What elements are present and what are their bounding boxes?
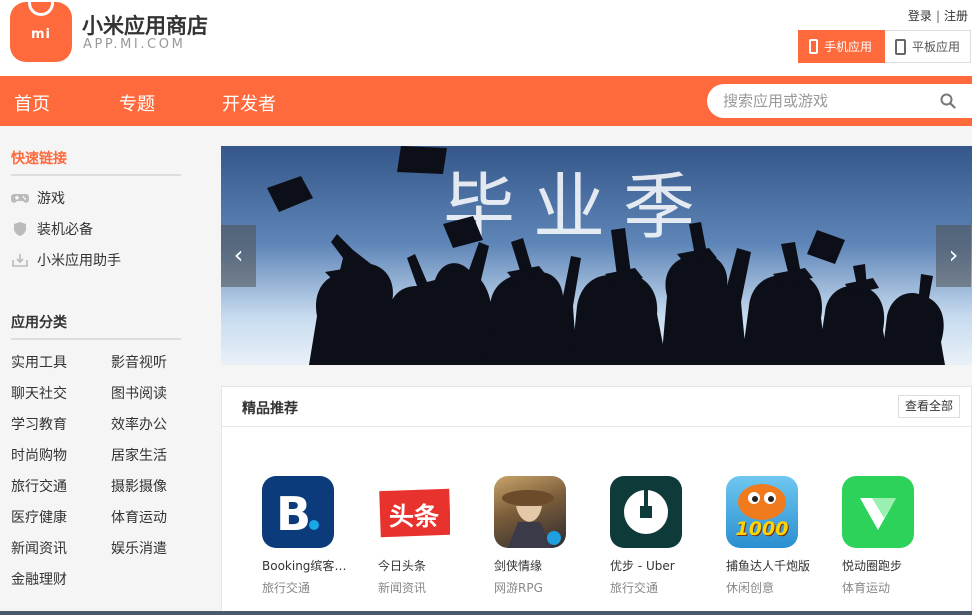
app-card-uber[interactable]: 优步 - Uber 旅行交通 [610, 476, 718, 596]
category-health[interactable]: 医疗健康 [11, 507, 67, 527]
app-name: 今日头条 [378, 559, 427, 573]
featured-section: 精品推荐 查看全部 B Booking缤客酒… 旅行交通 头条 今日头条 新闻资… [221, 386, 972, 615]
category-books[interactable]: 图书阅读 [111, 383, 167, 403]
tab-tablet-apps-label: 平板应用 [912, 40, 961, 54]
app-card-toutiao[interactable]: 头条 今日头条 新闻资讯 [378, 476, 486, 596]
booking-icon: B [262, 476, 334, 548]
category-home[interactable]: 居家生活 [111, 445, 167, 465]
login-link[interactable]: 登录 [908, 9, 932, 23]
categories-title: 应用分类 [11, 315, 67, 331]
category-education[interactable]: 学习教育 [11, 414, 67, 434]
sidebar: 快速链接 游戏 装机必备 小米应用助手 应用分类 实用工具 影音视听 聊天社交 … [0, 126, 200, 615]
fishing-icon-text: 1000 [735, 518, 789, 540]
brand-name: 小米应用商店 [82, 14, 208, 38]
quick-link-games[interactable]: 游戏 [11, 188, 65, 208]
app-card-yuedong[interactable]: 悦动圈跑步 体育运动 [842, 476, 950, 596]
app-name: 剑侠情缘 [494, 559, 543, 573]
search-input[interactable] [723, 90, 933, 112]
view-all-button[interactable]: 查看全部 [898, 395, 961, 418]
app-category: 体育运动 [842, 581, 891, 595]
quick-link-mi-assistant[interactable]: 小米应用助手 [11, 250, 121, 270]
category-news[interactable]: 新闻资讯 [11, 538, 67, 558]
yuedong-icon [842, 476, 914, 548]
quick-link-label: 小米应用助手 [37, 253, 121, 269]
jianxia-icon [494, 476, 566, 548]
featured-title: 精品推荐 [242, 401, 298, 417]
auth-links: 登录 | 注册 [908, 7, 968, 24]
app-card-jianxia[interactable]: 剑侠情缘 网游RPG [494, 476, 602, 596]
shield-icon [14, 222, 26, 236]
category-photo[interactable]: 摄影摄像 [111, 476, 167, 496]
search-box [707, 84, 972, 118]
search-icon[interactable] [940, 93, 956, 109]
nav-topics[interactable]: 专题 [119, 90, 155, 116]
app-card-fishing[interactable]: 1000 捕鱼达人千炮版 休闲创意 [726, 476, 834, 596]
brand-subtitle: APP.MI.COM [83, 37, 186, 52]
category-sports[interactable]: 体育运动 [111, 507, 167, 527]
svg-text:B: B [276, 487, 311, 541]
category-office[interactable]: 效率办公 [111, 414, 167, 434]
app-category: 休闲创意 [726, 581, 775, 595]
divider [11, 174, 181, 176]
divider [11, 338, 181, 340]
app-category: 新闻资讯 [378, 581, 427, 595]
nav-home[interactable]: 首页 [14, 90, 50, 116]
category-finance[interactable]: 金融理财 [11, 569, 67, 589]
quick-link-label: 游戏 [37, 191, 65, 207]
uber-icon [610, 476, 682, 548]
toutiao-icon-text: 头条 [388, 502, 439, 531]
banner-next-button[interactable]: › [936, 225, 971, 287]
app-name: 悦动圈跑步 [842, 559, 903, 573]
bag-handle-icon [28, 2, 54, 16]
graduates-silhouette-image [267, 146, 945, 365]
tab-tablet-apps[interactable]: 平板应用 [885, 30, 971, 63]
category-entertainment[interactable]: 娱乐消遣 [111, 538, 167, 558]
top-header: mi 小米应用商店 APP.MI.COM 登录 | 注册 手机应用 平板应用 [0, 0, 972, 76]
app-category: 旅行交通 [610, 581, 659, 595]
tab-phone-apps[interactable]: 手机应用 [798, 30, 885, 63]
quick-links-title: 快速链接 [11, 151, 67, 167]
banner-carousel[interactable]: 毕业季 ‹ › [221, 146, 972, 365]
app-category: 旅行交通 [262, 581, 311, 595]
app-name: 优步 - Uber [610, 559, 675, 573]
category-shopping[interactable]: 时尚购物 [11, 445, 67, 465]
tab-phone-apps-label: 手机应用 [824, 40, 873, 54]
logo-mark: mi [30, 27, 51, 42]
phone-icon [809, 39, 818, 54]
mi-store-logo[interactable]: mi [10, 2, 72, 62]
fishing-icon: 1000 [726, 476, 798, 548]
auth-separator: | [935, 9, 940, 23]
nav-developers[interactable]: 开发者 [222, 90, 276, 116]
category-social[interactable]: 聊天社交 [11, 383, 67, 403]
device-switch: 手机应用 平板应用 [798, 30, 971, 63]
gamepad-icon [11, 194, 29, 203]
featured-header: 精品推荐 查看全部 [222, 387, 971, 427]
toutiao-icon: 头条 [378, 476, 450, 548]
app-name: 捕鱼达人千炮版 [726, 559, 811, 573]
main-nav: 首页 专题 开发者 [0, 76, 972, 126]
category-tools[interactable]: 实用工具 [11, 352, 67, 372]
download-icon [12, 254, 28, 267]
register-link[interactable]: 注册 [944, 9, 968, 23]
app-category: 网游RPG [494, 581, 543, 595]
tablet-icon [895, 38, 906, 55]
app-card-booking[interactable]: B Booking缤客酒… 旅行交通 [262, 476, 370, 596]
category-video[interactable]: 影音视听 [111, 352, 167, 372]
app-name: Booking缤客酒… [262, 559, 358, 573]
bottom-edge [0, 611, 972, 615]
category-travel[interactable]: 旅行交通 [11, 476, 67, 496]
banner-prev-button[interactable]: ‹ [221, 225, 256, 287]
quick-link-essentials[interactable]: 装机必备 [11, 219, 93, 239]
quick-link-label: 装机必备 [37, 222, 93, 238]
